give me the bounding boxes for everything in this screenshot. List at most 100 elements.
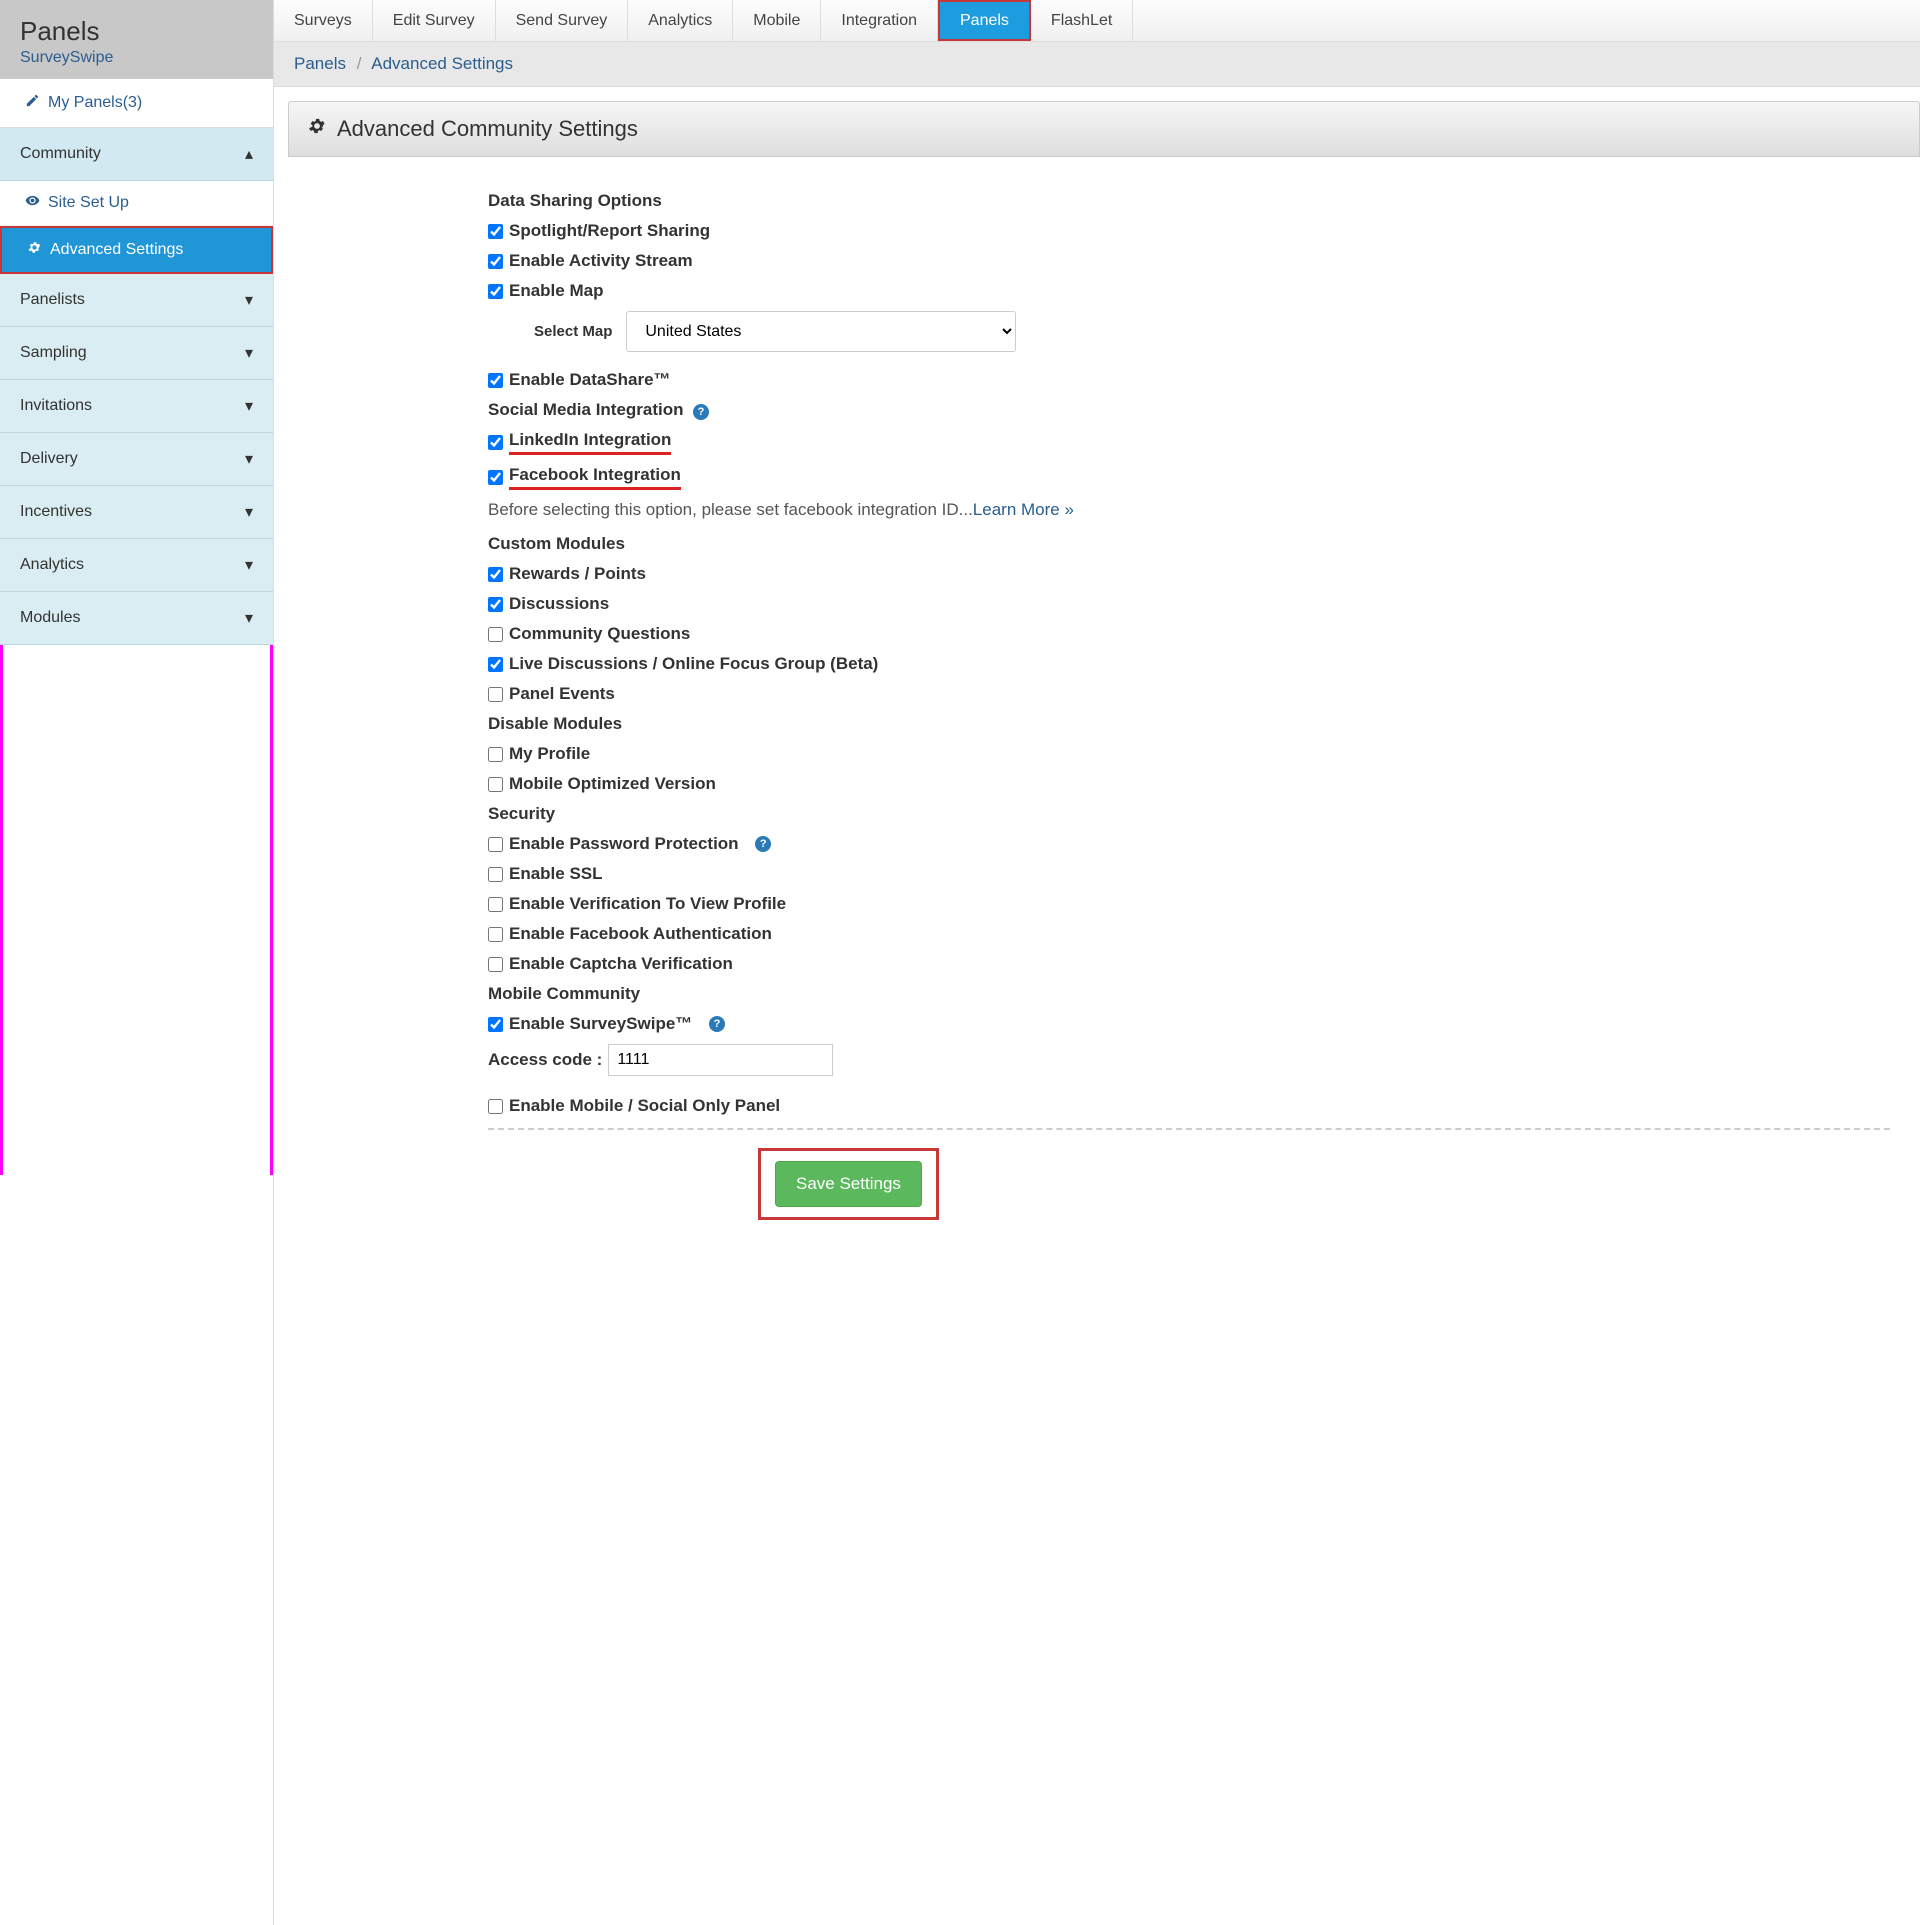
- topnav-item-send-survey[interactable]: Send Survey: [496, 0, 629, 41]
- checkbox-facebook-auth[interactable]: Enable Facebook Authentication: [488, 924, 1890, 944]
- checkbox-input[interactable]: [488, 777, 503, 792]
- help-icon[interactable]: ?: [709, 1016, 725, 1032]
- help-icon[interactable]: ?: [755, 836, 771, 852]
- sidebar-section-analytics[interactable]: Analytics: [0, 539, 273, 592]
- sidebar-item-label: My Panels(3): [48, 94, 142, 112]
- chevron-down-icon: [245, 608, 253, 628]
- access-code-input[interactable]: [608, 1044, 833, 1076]
- checkbox-surveyswipe[interactable]: Enable SurveySwipe™ ?: [488, 1014, 1890, 1034]
- checkbox-input[interactable]: [488, 567, 503, 582]
- checkbox-datashare[interactable]: Enable DataShare™: [488, 370, 1890, 390]
- checkbox-ssl[interactable]: Enable SSL: [488, 864, 1890, 884]
- checkbox-panel-events[interactable]: Panel Events: [488, 684, 1890, 704]
- topnav-item-edit-survey[interactable]: Edit Survey: [373, 0, 496, 41]
- checkbox-label: Discussions: [509, 594, 609, 614]
- chevron-down-icon: [245, 396, 253, 416]
- sidebar-title: Panels: [20, 16, 253, 47]
- help-icon[interactable]: ?: [693, 404, 709, 420]
- checkbox-input[interactable]: [488, 867, 503, 882]
- checkbox-input[interactable]: [488, 254, 503, 269]
- breadcrumb-panels[interactable]: Panels: [294, 54, 346, 73]
- checkbox-input[interactable]: [488, 597, 503, 612]
- checkbox-input[interactable]: [488, 687, 503, 702]
- gears-icon: [307, 116, 327, 142]
- checkbox-input[interactable]: [488, 927, 503, 942]
- select-map-dropdown[interactable]: United States: [626, 311, 1016, 352]
- topnav-item-analytics[interactable]: Analytics: [628, 0, 733, 41]
- checkbox-live-discussions[interactable]: Live Discussions / Online Focus Group (B…: [488, 654, 1890, 674]
- sidebar-section-panelists[interactable]: Panelists: [0, 274, 273, 327]
- main-content: Surveys Edit Survey Send Survey Analytic…: [274, 0, 1920, 1925]
- sidebar-section-community[interactable]: Community: [0, 128, 273, 181]
- sidebar-section-delivery[interactable]: Delivery: [0, 433, 273, 486]
- checkbox-label: Live Discussions / Online Focus Group (B…: [509, 654, 878, 674]
- checkbox-label: Enable Verification To View Profile: [509, 894, 786, 914]
- sidebar: Panels SurveySwipe My Panels(3) Communit…: [0, 0, 274, 1925]
- sidebar-header: Panels SurveySwipe: [0, 0, 273, 79]
- section-label: Modules: [20, 609, 80, 627]
- checkbox-input[interactable]: [488, 897, 503, 912]
- checkbox-label: Panel Events: [509, 684, 615, 704]
- select-map-label: Select Map: [534, 323, 612, 340]
- checkbox-label: Facebook Integration: [509, 465, 681, 490]
- topnav-item-mobile[interactable]: Mobile: [733, 0, 821, 41]
- chevron-down-icon: [245, 502, 253, 522]
- checkbox-input[interactable]: [488, 1017, 503, 1032]
- checkbox-discussions[interactable]: Discussions: [488, 594, 1890, 614]
- edit-icon: [24, 93, 40, 113]
- sidebar-section-sampling[interactable]: Sampling: [0, 327, 273, 380]
- checkbox-label: Enable DataShare™: [509, 370, 671, 390]
- sidebar-item-label: Site Set Up: [48, 194, 129, 212]
- sidebar-section-invitations[interactable]: Invitations: [0, 380, 273, 433]
- sidebar-item-label: Advanced Settings: [50, 241, 183, 259]
- page-title: Advanced Community Settings: [337, 116, 638, 142]
- checkbox-social-only[interactable]: Enable Mobile / Social Only Panel: [488, 1096, 1890, 1116]
- checkbox-captcha[interactable]: Enable Captcha Verification: [488, 954, 1890, 974]
- checkbox-input[interactable]: [488, 747, 503, 762]
- checkbox-input[interactable]: [488, 470, 503, 485]
- topnav-item-surveys[interactable]: Surveys: [274, 0, 373, 41]
- checkbox-my-profile[interactable]: My Profile: [488, 744, 1890, 764]
- access-code-label: Access code :: [488, 1050, 602, 1070]
- save-button[interactable]: Save Settings: [775, 1161, 922, 1207]
- section-disable-modules: Disable Modules: [488, 714, 1890, 734]
- checkbox-community-questions[interactable]: Community Questions: [488, 624, 1890, 644]
- checkbox-verification[interactable]: Enable Verification To View Profile: [488, 894, 1890, 914]
- checkbox-spotlight-sharing[interactable]: Spotlight/Report Sharing: [488, 221, 1890, 241]
- topnav-item-flashlet[interactable]: FlashLet: [1031, 0, 1133, 41]
- checkbox-input[interactable]: [488, 435, 503, 450]
- sidebar-item-site-setup[interactable]: Site Set Up: [0, 181, 273, 226]
- chevron-down-icon: [245, 555, 253, 575]
- checkbox-input[interactable]: [488, 627, 503, 642]
- sidebar-highlight-frame: [0, 645, 273, 1175]
- checkbox-input[interactable]: [488, 837, 503, 852]
- checkbox-activity-stream[interactable]: Enable Activity Stream: [488, 251, 1890, 271]
- section-security: Security: [488, 804, 1890, 824]
- checkbox-linkedin[interactable]: LinkedIn Integration: [488, 430, 1890, 455]
- checkbox-input[interactable]: [488, 224, 503, 239]
- topnav-item-integration[interactable]: Integration: [821, 0, 938, 41]
- sidebar-section-incentives[interactable]: Incentives: [0, 486, 273, 539]
- save-highlight-box: Save Settings: [758, 1148, 939, 1220]
- checkbox-label: Enable SurveySwipe™: [509, 1014, 692, 1034]
- checkbox-mobile-optimized[interactable]: Mobile Optimized Version: [488, 774, 1890, 794]
- checkbox-label: Community Questions: [509, 624, 690, 644]
- checkbox-facebook[interactable]: Facebook Integration: [488, 465, 1890, 490]
- checkbox-input[interactable]: [488, 1099, 503, 1114]
- checkbox-label: Enable SSL: [509, 864, 603, 884]
- checkbox-password-protection[interactable]: Enable Password Protection ?: [488, 834, 1890, 854]
- learn-more-link[interactable]: Learn More »: [973, 500, 1074, 519]
- checkbox-input[interactable]: [488, 284, 503, 299]
- checkbox-rewards[interactable]: Rewards / Points: [488, 564, 1890, 584]
- checkbox-input[interactable]: [488, 373, 503, 388]
- checkbox-enable-map[interactable]: Enable Map: [488, 281, 1890, 301]
- sidebar-item-my-panels[interactable]: My Panels(3): [0, 79, 273, 128]
- checkbox-input[interactable]: [488, 657, 503, 672]
- sidebar-item-advanced-settings[interactable]: Advanced Settings: [0, 226, 273, 274]
- checkbox-label: LinkedIn Integration: [509, 430, 671, 455]
- sidebar-section-modules[interactable]: Modules: [0, 592, 273, 645]
- checkbox-input[interactable]: [488, 957, 503, 972]
- breadcrumb-advanced-settings[interactable]: Advanced Settings: [371, 54, 513, 73]
- topnav-item-panels[interactable]: Panels: [938, 0, 1031, 41]
- checkbox-label: Enable Captcha Verification: [509, 954, 733, 974]
